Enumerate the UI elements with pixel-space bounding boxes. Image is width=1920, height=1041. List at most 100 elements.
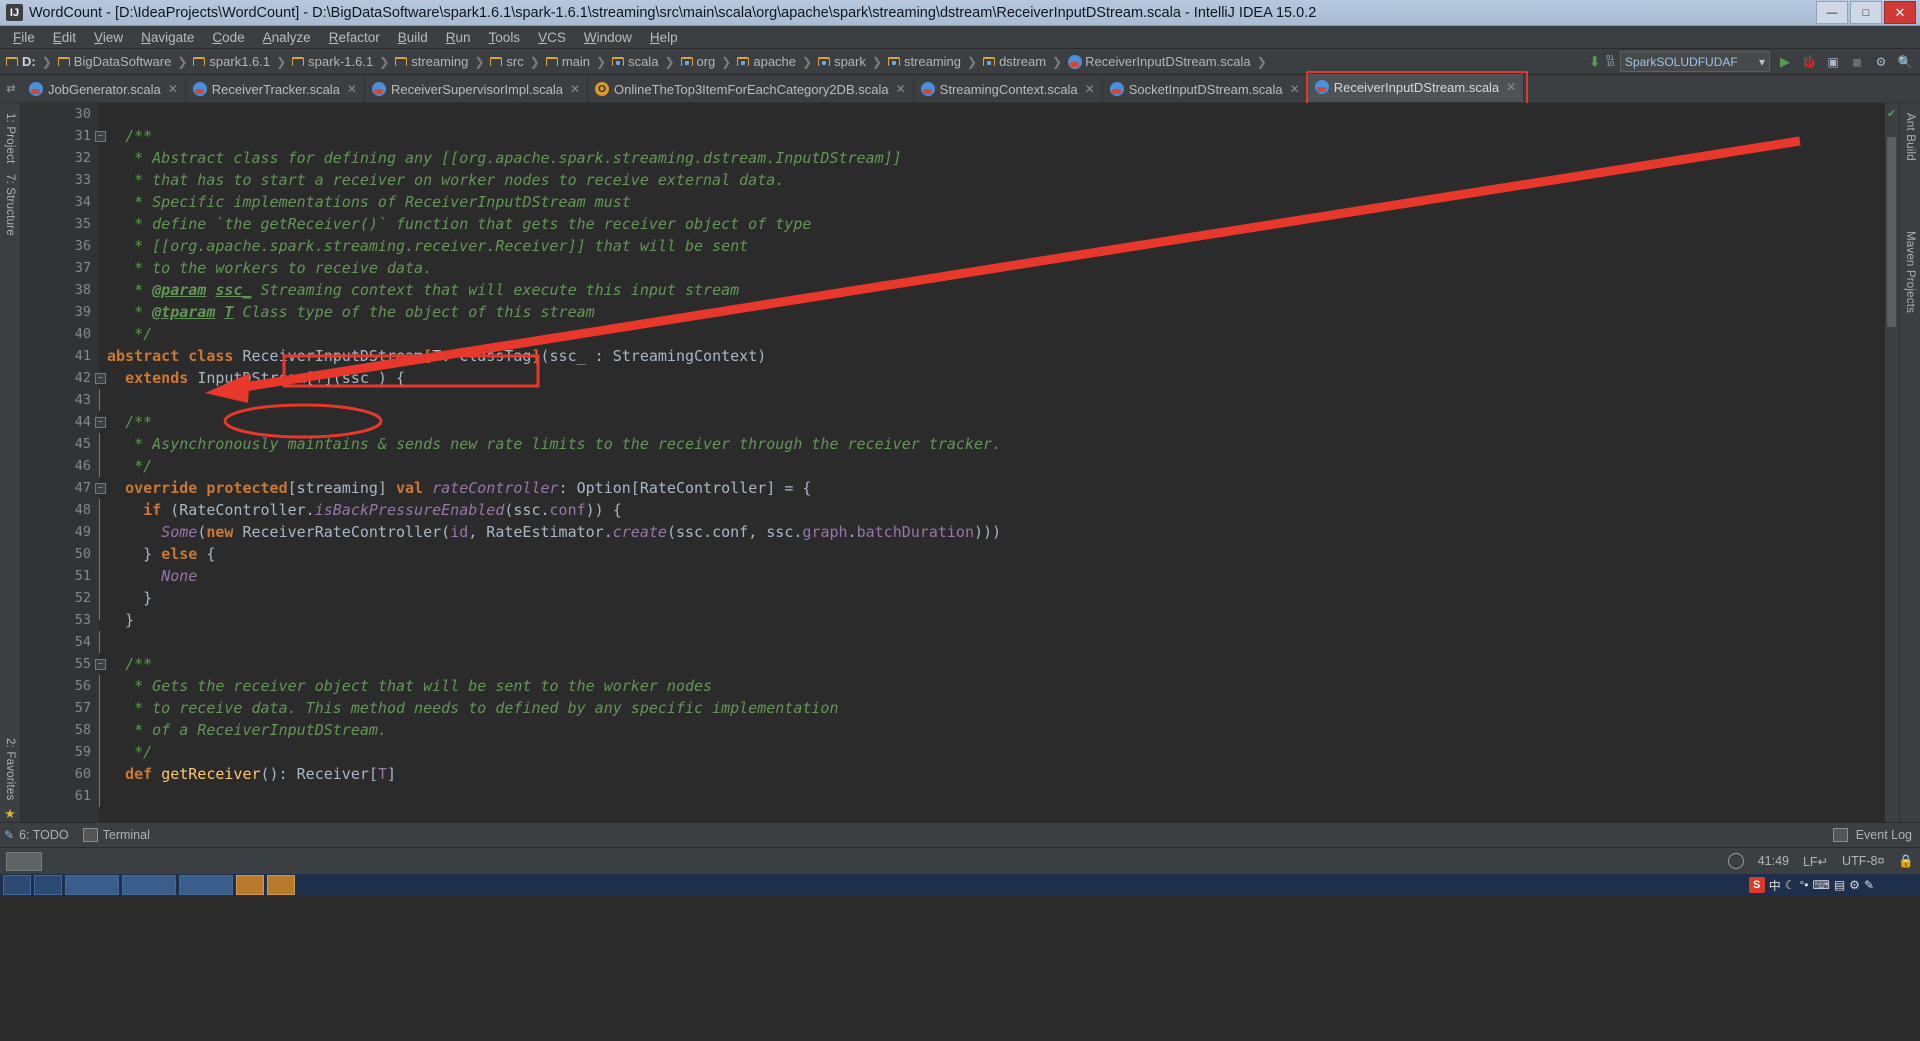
code-line[interactable]: abstract class ReceiverInputDStream[T: C… [107,345,1885,367]
ime-box-icon[interactable]: ▤ [1834,878,1845,892]
code-line[interactable]: if (RateController.isBackPressureEnabled… [99,499,1885,521]
code-line[interactable]: def getReceiver(): Receiver[T] [99,763,1885,785]
menu-item-code[interactable]: Code [203,28,253,47]
inspection-icon[interactable]: inspection-icon [1727,853,1744,869]
breadcrumb-item-dstream[interactable]: dstream [979,49,1050,74]
code-line[interactable]: */ [99,455,1885,477]
taskbar-start-button[interactable] [3,875,31,895]
menu-item-file[interactable]: File [4,28,44,47]
close-icon[interactable]: ✕ [345,82,357,96]
code-line[interactable]: * Gets the receiver object that will be … [99,675,1885,697]
code-line[interactable]: * that has to start a receiver on worker… [107,169,1885,191]
event-log-label[interactable]: Event Log [1856,828,1912,842]
editor[interactable]: 30 31 32 33 34 35 36 37 38 39 40 41 42 43 44 45 46 47 48 49… [21,103,1899,822]
line-separator[interactable]: LF↵ [1803,854,1828,869]
code-line[interactable]: − extends InputDStream[T](ssc_) { [95,367,1885,389]
code-line[interactable]: None [99,565,1885,587]
sidebar-item-project[interactable]: 1: Project [4,109,16,168]
editor-tab-streamingcontext-scala[interactable]: StreamingContext.scala ✕ [913,76,1103,102]
ime-chinese-icon[interactable]: 中 [1769,877,1781,894]
editor-tab-onlinethetop3itemforeachcategory2db-scala[interactable]: O OnlineTheTop3ItemForEachCategory2DB.sca… [588,76,914,102]
taskbar-item-5[interactable] [236,875,264,895]
bottom-item-todo[interactable]: ✎ 6: TODO [4,828,69,842]
breadcrumb-item-org[interactable]: org [677,49,720,74]
sidebar-item-favorites[interactable]: 2: Favorites [4,734,16,804]
taskbar-item-2[interactable] [65,875,119,895]
ime-pen-icon[interactable]: ✎ [1864,878,1874,892]
minimize-button[interactable]: — [1816,1,1848,24]
lock-icon[interactable]: 🔒 [1898,854,1914,869]
breadcrumb-item-spark[interactable]: spark [814,49,870,74]
code-line[interactable] [99,785,1885,807]
code-line[interactable]: } [99,587,1885,609]
gear-icon[interactable]: ⚙ [1872,53,1890,71]
caret-position[interactable]: 41:49 [1758,854,1789,868]
ime-moon-icon[interactable]: ☾ [1785,878,1796,892]
breadcrumb-item-apache[interactable]: apache [733,49,800,74]
menu-item-refactor[interactable]: Refactor [320,28,389,47]
code-line[interactable]: * Specific implementations of ReceiverIn… [107,191,1885,213]
close-icon[interactable]: ✕ [1504,80,1516,94]
editor-tab-socketinputdstream-scala[interactable]: SocketInputDStream.scala ✕ [1102,76,1308,102]
menu-item-edit[interactable]: Edit [44,28,85,47]
code-line[interactable]: * to receive data. This method needs to … [99,697,1885,719]
code-line[interactable]: − /** [95,411,1885,433]
download-icon[interactable]: ⬇ [1589,54,1600,70]
run-icon[interactable]: ▶ [1776,53,1794,71]
close-icon[interactable]: ✕ [1083,82,1095,96]
file-encoding[interactable]: UTF-8¤ [1842,854,1884,868]
sogou-icon[interactable]: S [1748,877,1765,893]
breadcrumb-item-d-[interactable]: D: [2,49,40,74]
code-line[interactable]: Some(new ReceiverRateController(id, Rate… [99,521,1885,543]
menu-item-help[interactable]: Help [641,28,687,47]
editor-gutter[interactable]: 30 31 32 33 34 35 36 37 38 39 40 41 42 43 44 45 46 47 48 49… [21,103,113,822]
menu-item-tools[interactable]: Tools [480,28,530,47]
code-line[interactable]: * [[org.apache.spark.streaming.receiver.… [107,235,1885,257]
close-button[interactable]: ✕ [1884,1,1916,24]
editor-tab-receivertracker-scala[interactable]: ReceiverTracker.scala ✕ [185,76,365,102]
code-line[interactable]: * of a ReceiverInputDStream. [99,719,1885,741]
breadcrumb-item-main[interactable]: main [542,49,594,74]
sidebar-item-structure[interactable]: 7: Structure [4,170,16,240]
code-line[interactable]: − /** [95,653,1885,675]
tab-list-icon[interactable]: ⇄ [0,75,22,102]
run-configuration-selector[interactable]: SparkSOLUDFUDAF ▾ [1620,51,1770,72]
code-line[interactable]: * Asynchronously maintains & sends new r… [99,433,1885,455]
code-line[interactable]: * Abstract class for defining any [[org.… [107,147,1885,169]
close-icon[interactable]: ✕ [894,82,906,96]
marker-panel[interactable]: ✔ [1885,103,1899,822]
code-line[interactable]: − override protected[streaming] val rate… [95,477,1885,499]
menu-item-view[interactable]: View [85,28,132,47]
star-icon[interactable]: ★ [4,806,16,822]
code-line[interactable]: */ [107,323,1885,345]
maximize-button[interactable]: □ [1850,1,1882,24]
code-line[interactable] [99,631,1885,653]
ime-keyboard-icon[interactable]: ⌨ [1813,878,1830,892]
search-icon[interactable]: 🔍 [1896,53,1914,71]
breadcrumb-item-receiverinputdstream-scala[interactable]: ReceiverInputDStream.scala [1064,49,1254,74]
breadcrumb-item-src[interactable]: src [486,49,527,74]
menu-item-run[interactable]: Run [437,28,480,47]
taskbar-item-1[interactable] [34,875,62,895]
status-left-widget[interactable] [6,851,42,871]
sidebar-item-maven-projects[interactable]: Maven Projects [1904,227,1916,317]
bottom-item-terminal[interactable]: Terminal [82,828,150,842]
breadcrumb-item-streaming[interactable]: streaming [391,49,472,74]
menu-item-analyze[interactable]: Analyze [254,28,320,47]
close-icon[interactable]: ✕ [568,82,580,96]
coverage-icon[interactable]: ▣ [1824,53,1842,71]
code-line[interactable] [107,103,1885,125]
editor-tab-jobgenerator-scala[interactable]: JobGenerator.scala ✕ [22,76,186,102]
breadcrumb-item-streaming[interactable]: streaming [884,49,965,74]
menu-item-vcs[interactable]: VCS [529,28,575,47]
code-line[interactable] [99,389,1885,411]
breadcrumb-item-spark-1-6-1[interactable]: spark-1.6.1 [288,49,377,74]
code-line[interactable]: } [99,609,1885,631]
code-line[interactable]: * @param ssc_ Streaming context that wil… [107,279,1885,301]
code-line[interactable]: * @tparam T Class type of the object of … [107,301,1885,323]
menu-item-build[interactable]: Build [389,28,437,47]
stop-icon[interactable]: ◼ [1848,53,1866,71]
code-line[interactable]: */ [99,741,1885,763]
breadcrumb-item-spark1-6-1[interactable]: spark1.6.1 [189,49,274,74]
code-line[interactable]: } else { [99,543,1885,565]
